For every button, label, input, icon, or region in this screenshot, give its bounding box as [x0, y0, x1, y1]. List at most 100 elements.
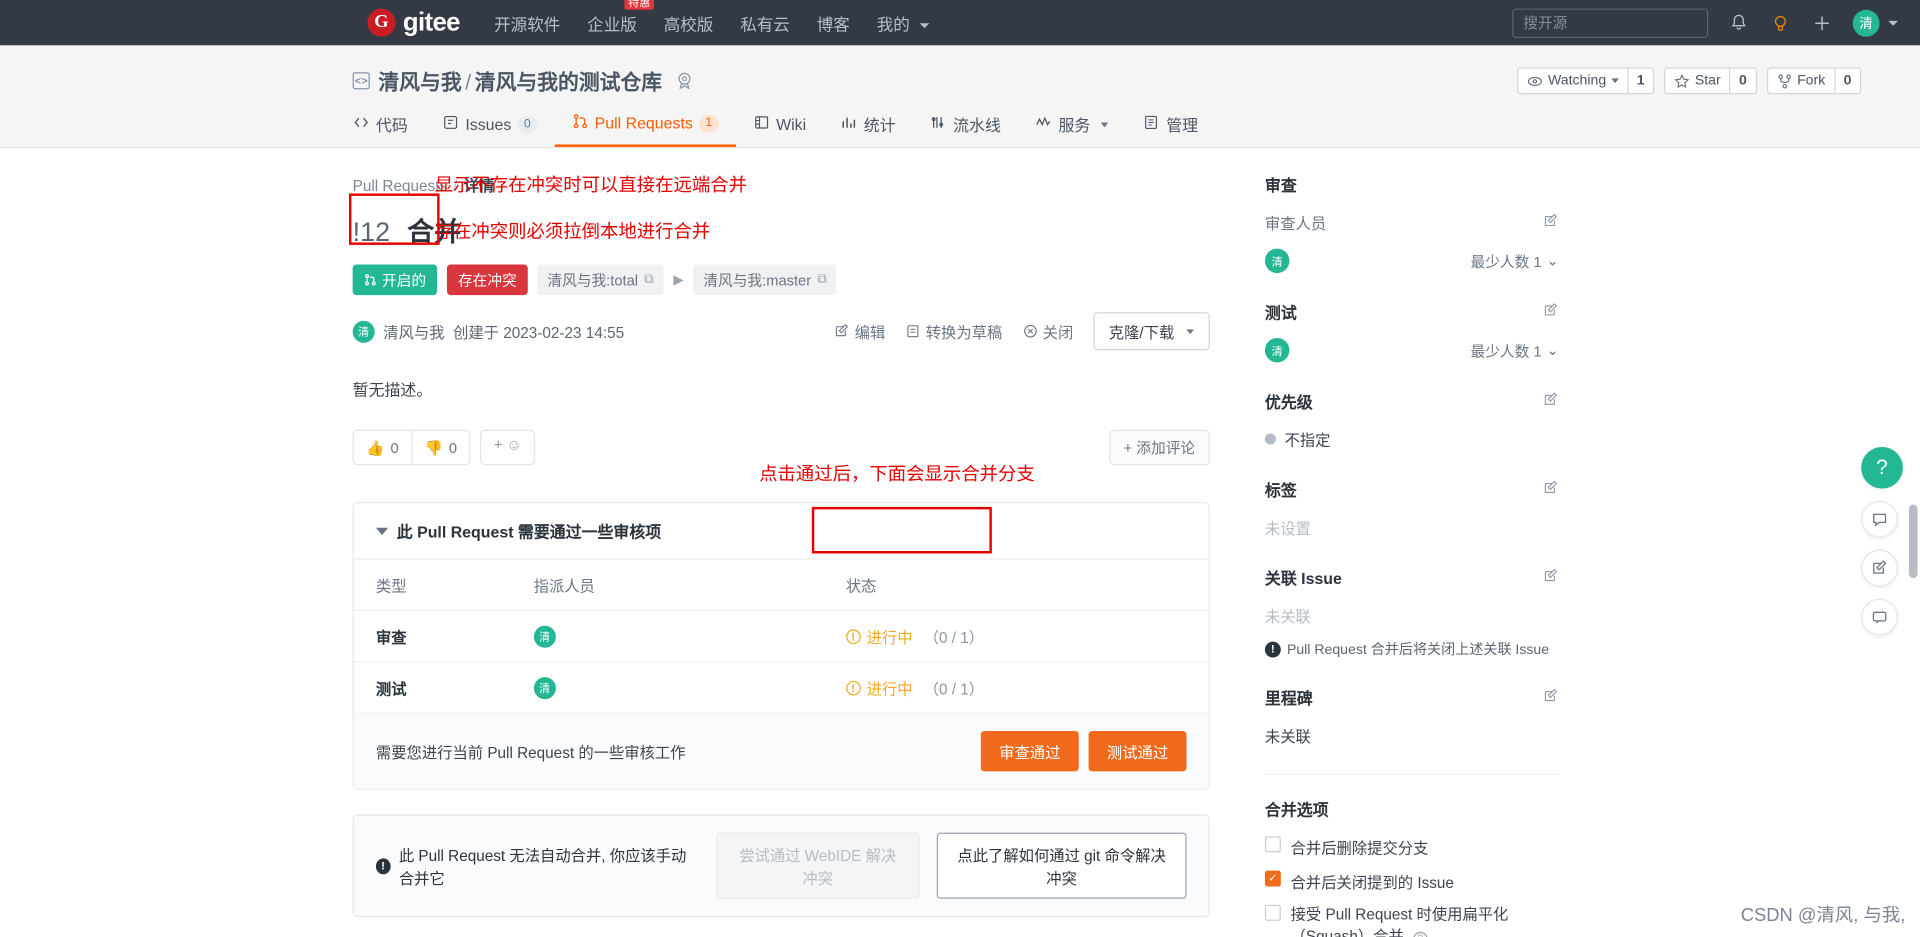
- avatar[interactable]: 清: [533, 625, 556, 648]
- edit-label: 编辑: [854, 324, 886, 342]
- copy-icon[interactable]: ⧉: [817, 272, 827, 288]
- fork-count[interactable]: 0: [1833, 68, 1860, 94]
- feedback-floating-button[interactable]: [1861, 500, 1898, 538]
- help-icon[interactable]: ?: [1412, 931, 1428, 937]
- sidebar-section-priority: 优先级 不指定: [1264, 389, 1559, 450]
- edit-button[interactable]: 编辑: [834, 320, 885, 343]
- checkbox[interactable]: [1264, 836, 1281, 853]
- status-badge-label: 开启的: [382, 271, 427, 289]
- merge-option-delete-branch[interactable]: 合并后删除提交分支: [1264, 835, 1559, 858]
- nav-link-enterprise[interactable]: 企业版 特惠: [587, 0, 654, 34]
- pull-request-author-row: 清 清风与我 创建于 2023-02-23 14:55 编辑 转换为草稿 关闭: [352, 312, 1210, 351]
- review-min-count-dropdown[interactable]: 最少人数 1 ⌄: [1471, 250, 1559, 271]
- sidebar-title-label: 审查: [1264, 176, 1297, 195]
- add-plus-icon[interactable]: [1811, 12, 1833, 34]
- breadcrumb-parent[interactable]: Pull Requests: [353, 178, 447, 195]
- table-row: 审查 清 ! 进行中 （0 / 1）: [353, 610, 1209, 663]
- add-reaction-button[interactable]: + ☺: [480, 429, 535, 466]
- checkbox-checked[interactable]: ✓: [1264, 870, 1281, 887]
- merge-option-close-issue[interactable]: ✓ 合并后关闭提到的 Issue: [1264, 869, 1559, 892]
- thumbs-up-button[interactable]: 👍 0: [353, 431, 411, 465]
- edit-icon[interactable]: [1543, 688, 1559, 708]
- tab-wiki[interactable]: Wiki: [736, 113, 824, 147]
- edit-icon[interactable]: [1543, 212, 1559, 232]
- review-panel-header[interactable]: 此 Pull Request 需要通过一些审核项: [353, 503, 1209, 560]
- top-navigation-bar: G gitee 开源软件 企业版 特惠 高校版 私有云 博客 我的 搜开源 清: [0, 0, 1920, 46]
- status-count: （0 / 1）: [923, 680, 985, 698]
- user-menu[interactable]: 清: [1852, 9, 1898, 37]
- column-status: 状态: [823, 559, 1209, 612]
- thumbs-down-button[interactable]: 👎 0: [410, 431, 470, 465]
- copy-icon[interactable]: ⧉: [644, 272, 654, 288]
- star-count[interactable]: 0: [1729, 68, 1755, 94]
- edit-icon[interactable]: [1543, 568, 1559, 588]
- review-panel-footer: 需要您进行当前 Pull Request 的一些审核工作 审查通过 测试通过: [353, 713, 1209, 789]
- help-floating-button[interactable]: ?: [1861, 446, 1903, 489]
- watch-label: Watching: [1547, 73, 1607, 89]
- lightbulb-icon[interactable]: [1769, 12, 1791, 34]
- pr-author-name[interactable]: 清风与我: [383, 320, 444, 343]
- tab-code[interactable]: 代码: [353, 113, 425, 147]
- nav-link-opensource[interactable]: 开源软件: [494, 10, 560, 34]
- clone-download-button[interactable]: 克隆/下载: [1092, 312, 1210, 351]
- thumbs-down-count: 0: [448, 438, 458, 457]
- nav-link-privatecloud[interactable]: 私有云: [740, 10, 790, 34]
- related-issue-value: 未关联: [1264, 608, 1311, 626]
- page-scrollbar[interactable]: [1908, 504, 1918, 578]
- tab-pipeline[interactable]: 流水线: [913, 113, 1018, 147]
- in-progress-icon: !: [845, 628, 861, 644]
- min-count-label: 最少人数 1: [1470, 342, 1542, 360]
- nav-link-mine[interactable]: 我的: [877, 10, 930, 34]
- close-button[interactable]: 关闭: [1022, 320, 1073, 343]
- repository-tabs: 代码 Issues 0 Pull Requests 1 Wiki 统计 流水线 …: [353, 113, 1577, 147]
- watch-button[interactable]: Watching: [1519, 69, 1627, 93]
- fork-button[interactable]: Fork: [1768, 69, 1834, 93]
- page-title[interactable]: 清风与我 / 清风与我的测试仓库: [378, 65, 662, 96]
- min-count-label: 最少人数 1: [1470, 252, 1542, 271]
- status-badge-conflict: 存在冲突: [446, 264, 528, 296]
- fork-button-group[interactable]: Fork 0: [1766, 67, 1862, 95]
- test-pass-button[interactable]: 测试通过: [1088, 731, 1187, 772]
- gitee-logo[interactable]: G gitee: [367, 8, 460, 37]
- edit-icon[interactable]: [1543, 479, 1559, 499]
- edit-icon[interactable]: [1543, 391, 1559, 411]
- webide-resolve-button[interactable]: 尝试通过 WebIDE 解决冲突: [715, 832, 920, 899]
- edit-icon[interactable]: [1543, 302, 1559, 322]
- chat-floating-button[interactable]: [1861, 598, 1898, 636]
- star-button[interactable]: Star: [1665, 69, 1729, 93]
- add-comment-button[interactable]: + 添加评论: [1108, 429, 1210, 466]
- notification-bell-icon[interactable]: [1728, 12, 1750, 34]
- nav-label: 企业版: [587, 15, 637, 34]
- arrow-right-icon: ▶: [673, 273, 684, 288]
- avatar[interactable]: 清: [1264, 337, 1290, 363]
- star-button-group[interactable]: Star 0: [1664, 67, 1757, 95]
- tab-management[interactable]: 管理: [1126, 113, 1215, 147]
- target-branch-pill[interactable]: 清风与我:master ⧉: [693, 264, 837, 296]
- sidebar-title-label: 标签: [1264, 481, 1297, 500]
- git-help-button[interactable]: 点此了解如何通过 git 命令解决冲突: [936, 832, 1187, 899]
- avatar[interactable]: 清: [533, 676, 556, 699]
- avatar[interactable]: 清: [1264, 248, 1290, 274]
- tab-pull-requests[interactable]: Pull Requests 1: [554, 113, 736, 147]
- review-pass-button[interactable]: 审查通过: [980, 731, 1079, 772]
- chevron-down-icon: [919, 23, 930, 29]
- search-input[interactable]: [1512, 7, 1709, 38]
- test-min-count-dropdown[interactable]: 最少人数 1 ⌄: [1471, 340, 1559, 361]
- convert-draft-button[interactable]: 转换为草稿: [905, 320, 1002, 343]
- repository-title-row: <> 清风与我 / 清风与我的测试仓库: [352, 65, 1577, 96]
- tab-service[interactable]: 服务: [1018, 113, 1126, 147]
- nav-link-blog[interactable]: 博客: [817, 10, 850, 34]
- sidebar-reviewers-label-row: 审查人员: [1265, 211, 1559, 234]
- thumbs-up-icon: 👍: [366, 438, 385, 457]
- source-branch-pill[interactable]: 清风与我:total ⧉: [537, 264, 664, 296]
- tab-statistics[interactable]: 统计: [823, 113, 912, 147]
- edit-floating-button[interactable]: [1861, 549, 1898, 587]
- watch-count[interactable]: 1: [1626, 68, 1653, 94]
- merge-option-squash[interactable]: 接受 Pull Request 时使用扁平化（Squash）合并 ?: [1264, 904, 1559, 937]
- tab-issues[interactable]: Issues 0: [425, 113, 554, 147]
- checkbox[interactable]: [1264, 904, 1281, 921]
- watch-button-group[interactable]: Watching 1: [1517, 67, 1655, 95]
- status-label: 进行中: [866, 680, 913, 698]
- nav-link-education[interactable]: 高校版: [664, 10, 714, 34]
- top-nav-right-group: 清: [1512, 7, 1898, 38]
